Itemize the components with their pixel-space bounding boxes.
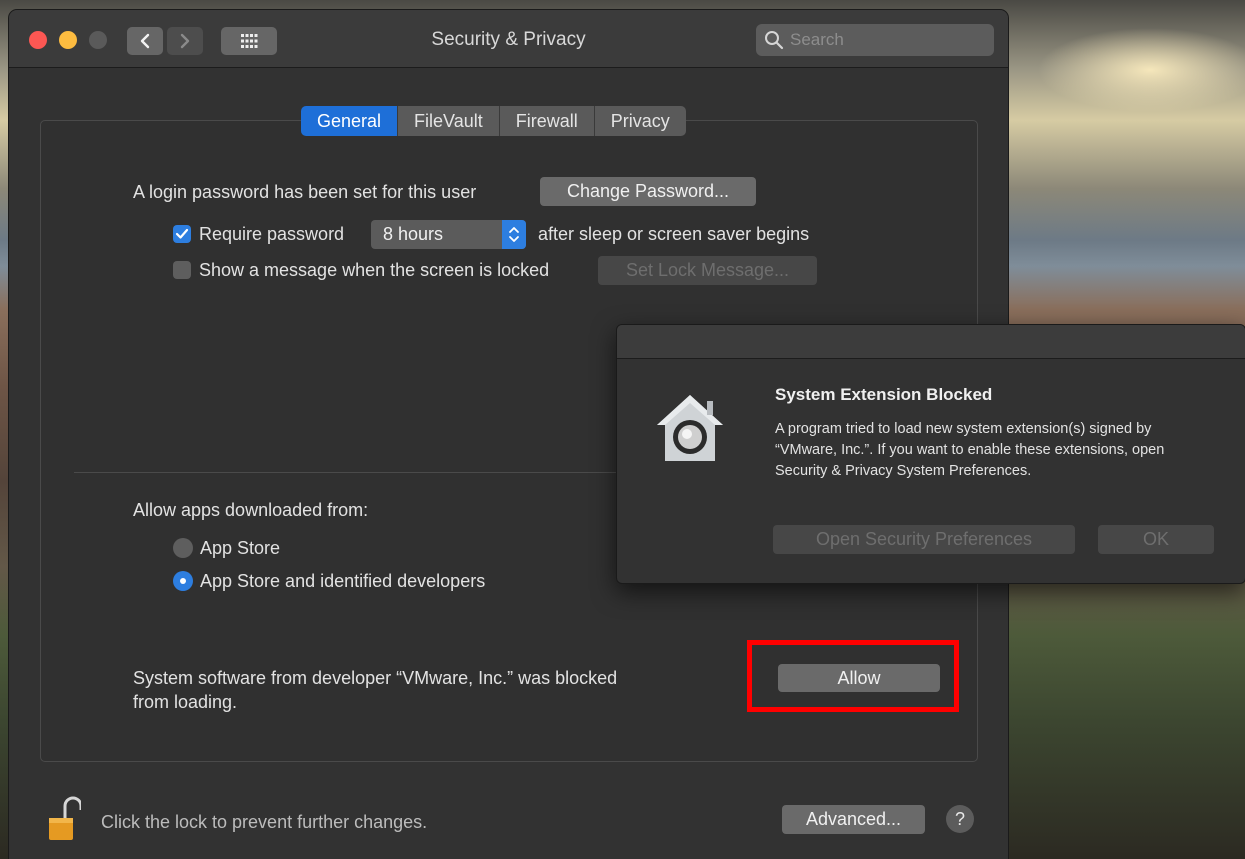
after-sleep-text: after sleep or screen saver begins: [538, 224, 810, 244]
blocked-message-line1: System software from developer “VMware, …: [133, 668, 618, 688]
select-arrows: [502, 220, 526, 249]
checkmark-icon: [175, 228, 189, 239]
show-message-label: Show a message when the screen is locked: [199, 260, 550, 280]
padlock-open-icon: [49, 796, 83, 840]
search-input[interactable]: Search: [756, 24, 994, 56]
blocked-message-line2: from loading.: [133, 692, 238, 712]
show-message-checkbox[interactable]: [173, 261, 191, 279]
login-password-text: A login password has been set for this u…: [133, 182, 477, 202]
change-password-button[interactable]: Change Password...: [540, 177, 756, 206]
dialog-title: System Extension Blocked: [775, 385, 993, 404]
allow-apps-label: Allow apps downloaded from:: [133, 500, 369, 520]
radio-identified-developers[interactable]: [173, 571, 193, 591]
help-button[interactable]: ?: [946, 805, 974, 833]
interval-value: 8 hours: [383, 224, 444, 244]
advanced-button[interactable]: Advanced...: [782, 805, 925, 834]
search-placeholder: Search: [790, 30, 844, 49]
lock-message: Click the lock to prevent further change…: [101, 812, 428, 832]
lock-icon[interactable]: [47, 796, 83, 847]
open-security-preferences-button[interactable]: Open Security Preferences: [773, 525, 1075, 554]
require-password-checkbox[interactable]: [173, 225, 191, 243]
radio-app-store-label: App Store: [200, 538, 281, 558]
tab-filevault[interactable]: FileVault: [398, 106, 500, 136]
up-down-chevron-icon: [509, 227, 519, 242]
system-extension-blocked-dialog: System Extension Blocked A program tried…: [616, 324, 1245, 584]
set-lock-message-button[interactable]: Set Lock Message...: [598, 256, 817, 285]
tab-firewall[interactable]: Firewall: [499, 106, 595, 136]
tab-general[interactable]: General: [301, 106, 399, 136]
tab-privacy[interactable]: Privacy: [594, 106, 686, 136]
allow-highlight-box: [747, 640, 959, 712]
require-password-label: Require password: [199, 224, 345, 244]
dialog-body: A program tried to load new system exten…: [775, 421, 1165, 479]
search-icon: [765, 31, 784, 50]
dialog-title-bar: [617, 325, 1245, 359]
title-bar: Security & Privacy Search: [9, 10, 1008, 68]
ok-button[interactable]: OK: [1098, 525, 1214, 554]
require-password-interval-select[interactable]: 8 hours: [371, 220, 526, 249]
radio-identified-developers-label: App Store and identified developers: [200, 571, 486, 591]
tab-bar: General FileVault Firewall Privacy: [301, 106, 686, 136]
radio-app-store[interactable]: [173, 538, 193, 558]
security-house-icon: [655, 391, 725, 468]
